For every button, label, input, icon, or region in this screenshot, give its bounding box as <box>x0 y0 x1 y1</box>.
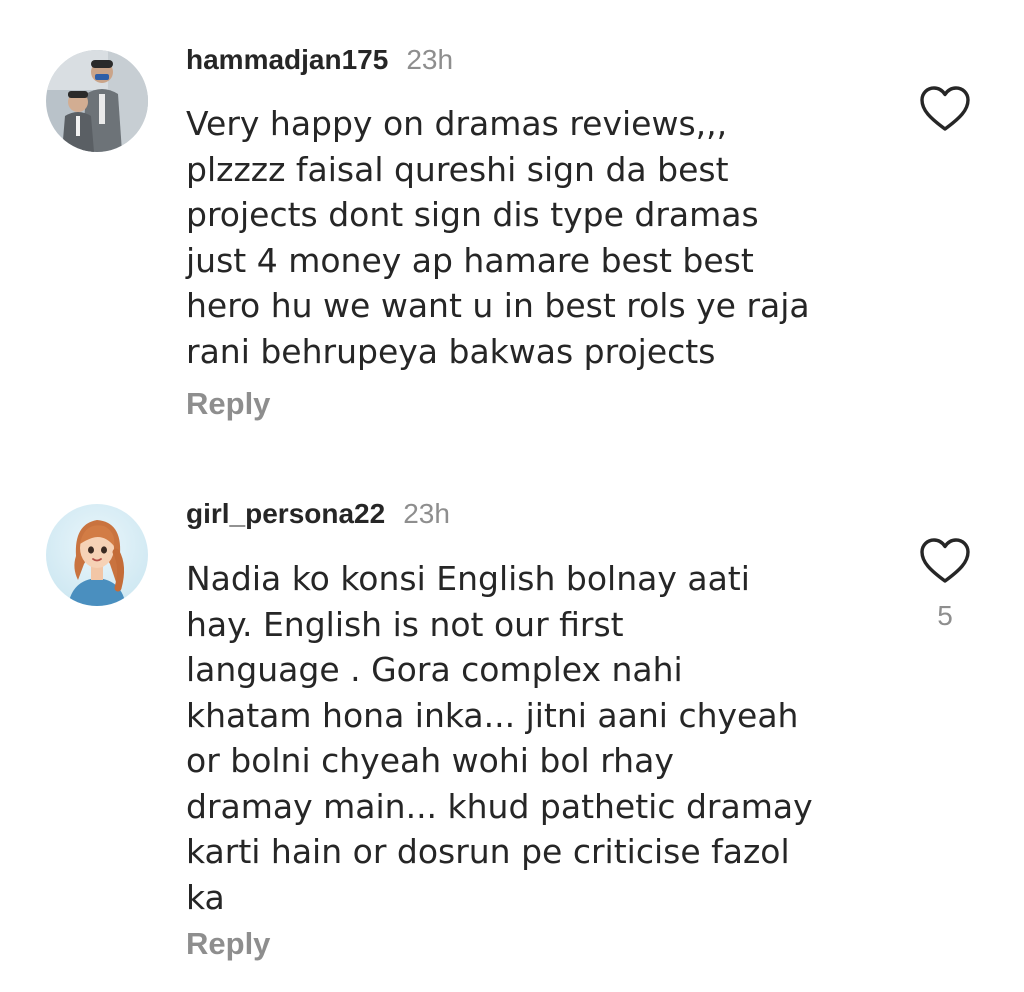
like-button[interactable] <box>918 536 972 586</box>
username[interactable]: girl_persona22 <box>186 498 385 530</box>
username[interactable]: hammadjan175 <box>186 44 388 76</box>
heart-outline-icon <box>920 86 970 131</box>
like-count[interactable]: 5 <box>918 600 972 632</box>
like-button[interactable] <box>918 84 972 134</box>
avatar-illustration-icon <box>46 504 148 606</box>
avatar[interactable] <box>46 504 148 606</box>
reply-button[interactable]: Reply <box>186 386 270 422</box>
heart-outline-icon <box>920 538 970 583</box>
avatar-photo-icon <box>46 50 148 152</box>
comment-meta: girl_persona22 23h <box>186 498 450 534</box>
comment-text: Nadia ko konsi English bolnay aati hay. … <box>186 559 813 917</box>
timestamp: 23h <box>406 44 454 75</box>
comment-meta: hammadjan175 23h <box>186 44 453 80</box>
comment-item: girl_persona22 23h Nadia ko konsi Englis… <box>0 480 1024 992</box>
avatar[interactable] <box>46 50 148 152</box>
reply-button[interactable]: Reply <box>186 926 270 962</box>
comment-item: hammadjan175 23h Very happy on dramas re… <box>0 0 1024 480</box>
comment-text: Very happy on dramas reviews,,, plzzzz f… <box>186 104 810 371</box>
timestamp: 23h <box>403 498 450 529</box>
